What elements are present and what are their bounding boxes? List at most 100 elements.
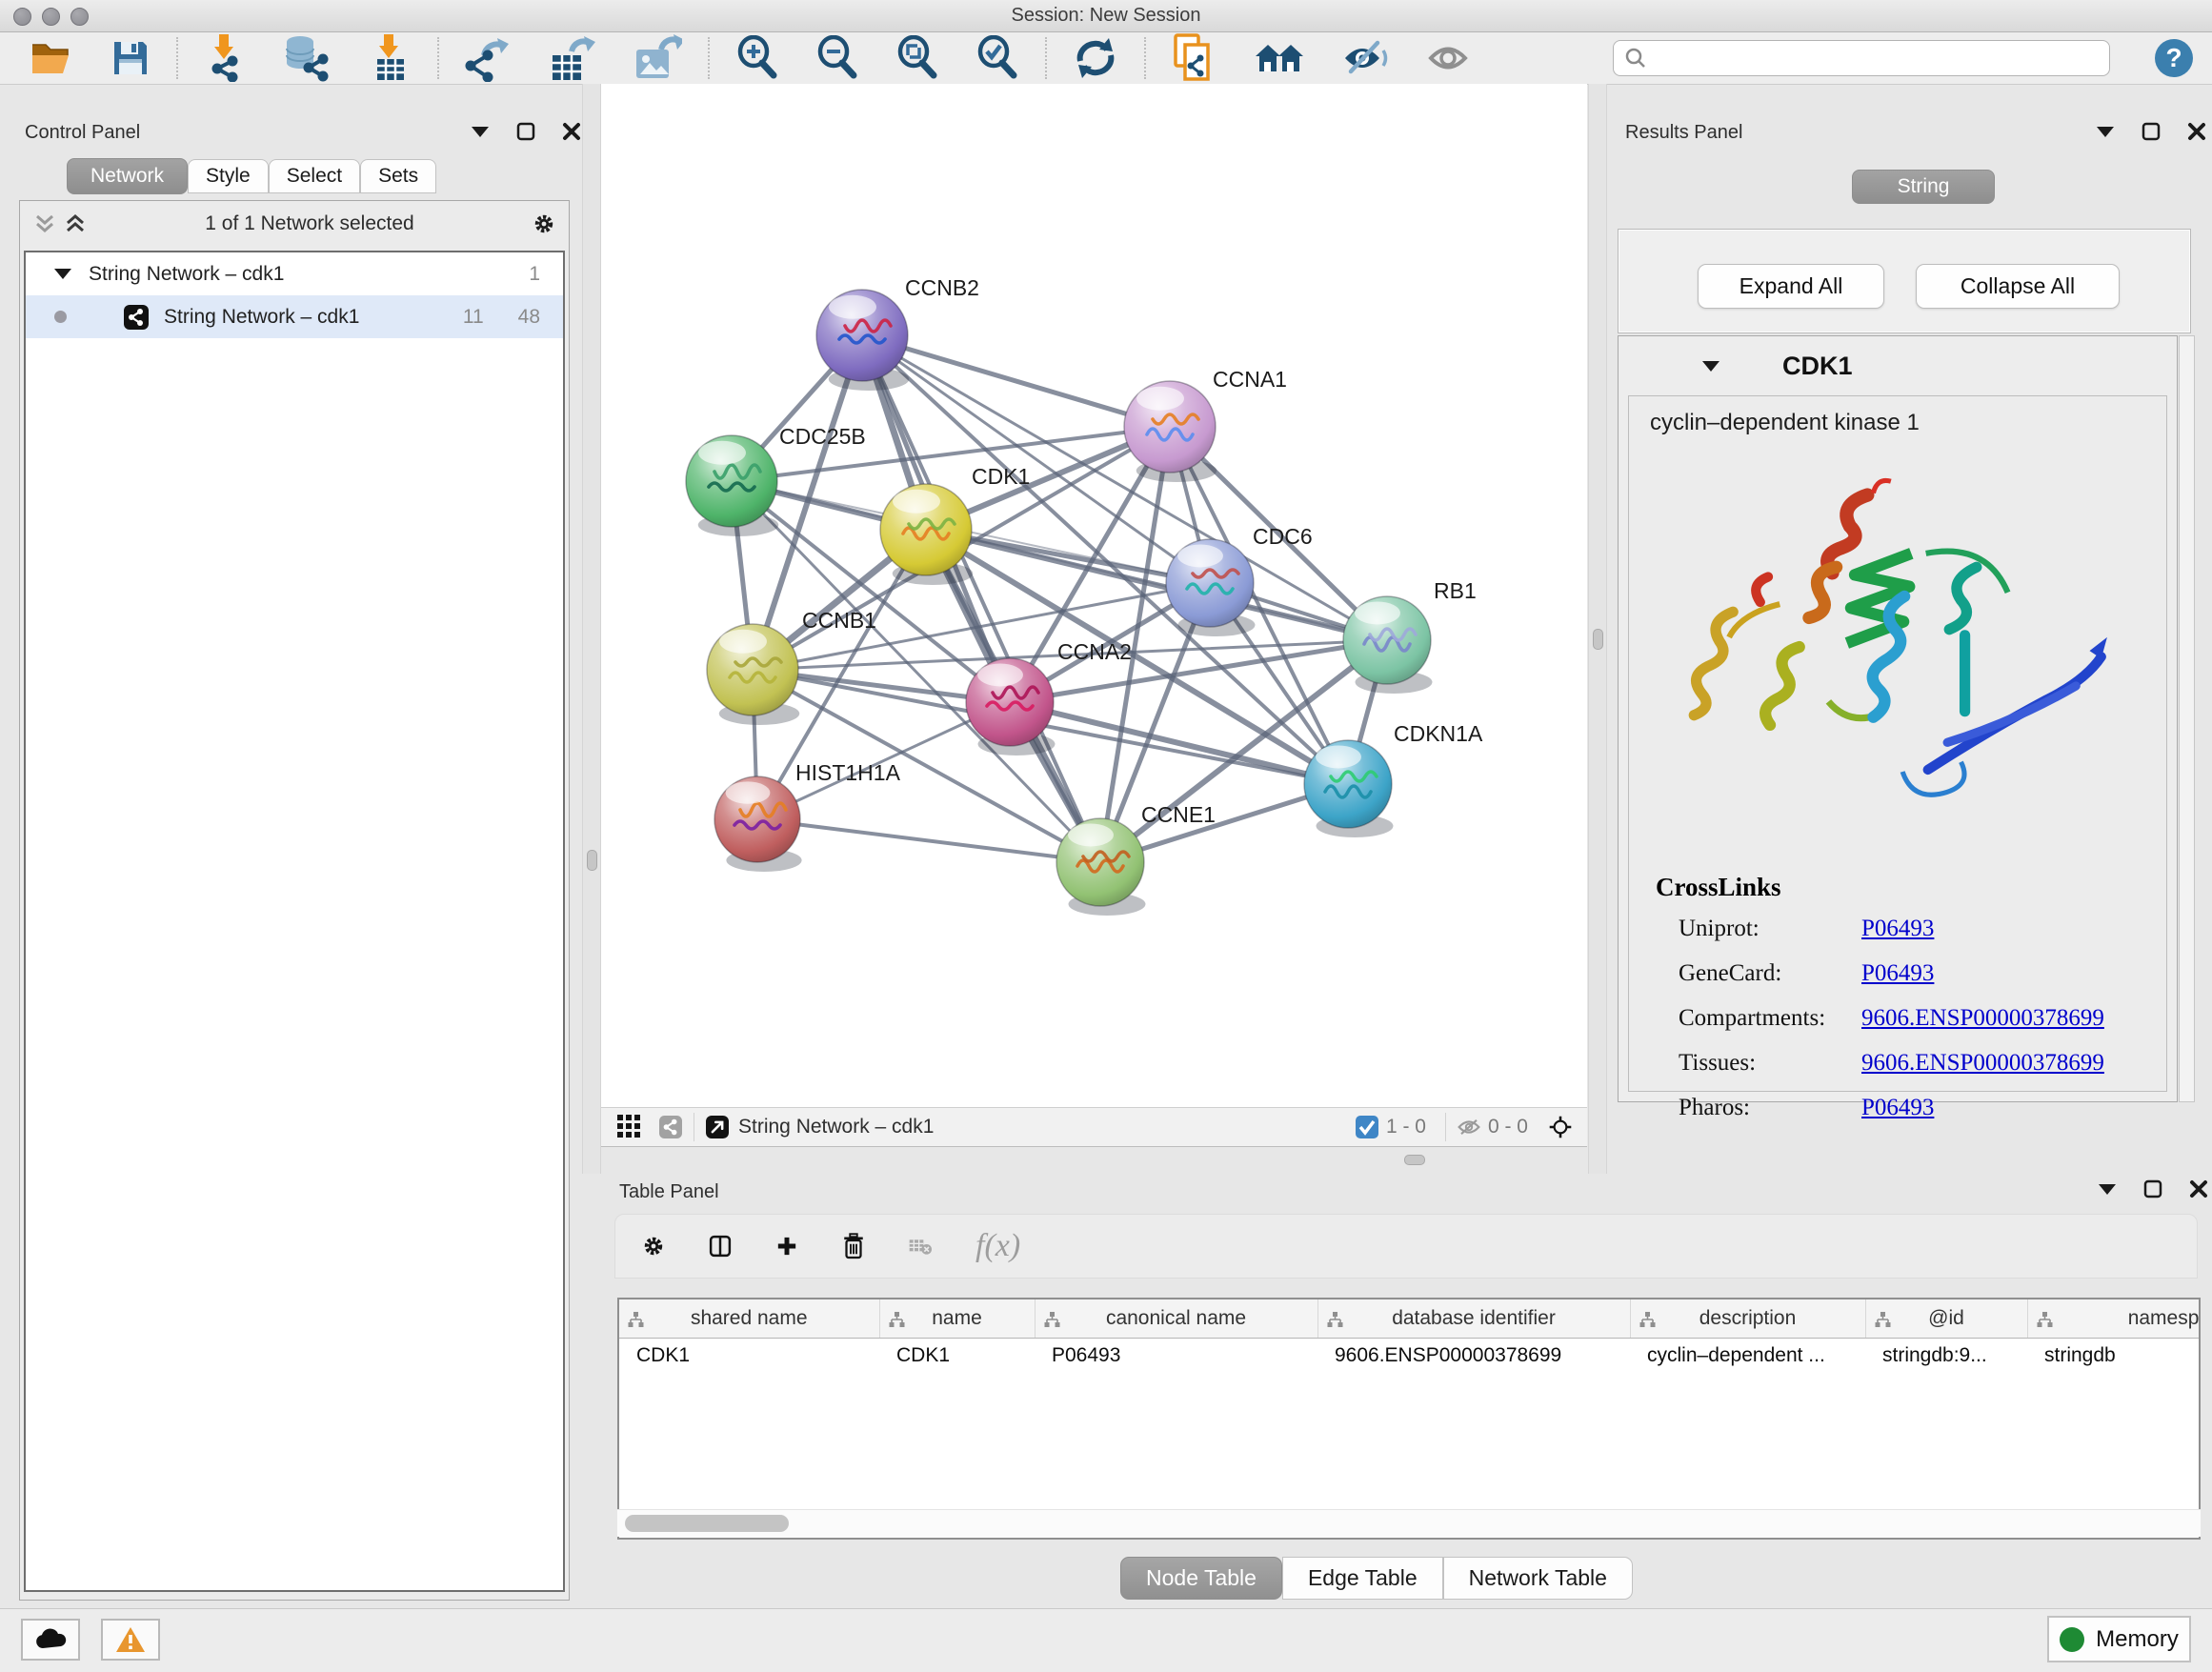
birds-eye-view-icon[interactable] bbox=[617, 1118, 640, 1137]
expand-all-button[interactable]: Expand All bbox=[1698, 264, 1884, 309]
collapse-all-button[interactable]: Collapse All bbox=[1916, 264, 2120, 309]
table-options-gear-icon[interactable] bbox=[642, 1237, 665, 1256]
network-node-cdkn1a[interactable] bbox=[1304, 740, 1393, 837]
network-view-title: String Network – cdk1 bbox=[738, 1116, 1356, 1138]
cloud-services-button[interactable] bbox=[21, 1619, 80, 1661]
network-node-cdc6[interactable] bbox=[1166, 539, 1255, 636]
network-node-ccna1[interactable] bbox=[1124, 381, 1217, 482]
import-table-icon[interactable] bbox=[370, 34, 412, 82]
control-panel-collapse-icon[interactable] bbox=[469, 122, 492, 141]
delete-column-icon[interactable] bbox=[842, 1237, 865, 1256]
network-node-ccne1[interactable] bbox=[1056, 818, 1145, 916]
tab-edge-table[interactable]: Edge Table bbox=[1282, 1557, 1443, 1600]
control-panel-float-icon[interactable] bbox=[514, 122, 537, 141]
node-label-ccne1: CCNE1 bbox=[1141, 802, 1216, 827]
node-label-ccna2: CCNA2 bbox=[1057, 639, 1132, 664]
network-node-ccna2[interactable] bbox=[966, 658, 1055, 755]
table-horizontal-scrollbar[interactable] bbox=[617, 1509, 2201, 1537]
tab-select[interactable]: Select bbox=[269, 159, 360, 193]
export-network-icon[interactable] bbox=[465, 34, 513, 82]
toolbar-separator bbox=[1144, 37, 1146, 79]
zoom-out-icon[interactable] bbox=[815, 35, 859, 81]
entry-name: CDK1 bbox=[1782, 352, 1853, 381]
show-columns-icon[interactable] bbox=[709, 1237, 732, 1256]
crosslink-uniprot-link[interactable]: P06493 bbox=[1861, 916, 1934, 942]
collection-expand-icon[interactable] bbox=[54, 269, 71, 279]
entry-collapse-icon[interactable] bbox=[1702, 361, 1719, 372]
results-panel-float-icon[interactable] bbox=[2140, 122, 2162, 141]
column-header-database-identifier[interactable]: database identifier bbox=[1317, 1299, 1630, 1339]
column-header--id[interactable]: @id bbox=[1865, 1299, 2027, 1339]
network-overview-icon[interactable] bbox=[659, 1118, 682, 1137]
hide-selected-icon[interactable] bbox=[1341, 37, 1391, 79]
help-icon[interactable]: ? bbox=[2153, 37, 2195, 79]
search-icon bbox=[1624, 47, 1647, 74]
network-collection-row[interactable]: String Network – cdk1 1 bbox=[26, 252, 563, 295]
table-panel-float-icon[interactable] bbox=[2142, 1179, 2164, 1199]
results-panel-collapse-icon[interactable] bbox=[2094, 122, 2117, 141]
network-node-cdc25b[interactable] bbox=[686, 435, 778, 536]
zoom-fit-icon[interactable] bbox=[895, 35, 939, 81]
table-row[interactable]: CDK1CDK1P064939606.ENSP00000378699cyclin… bbox=[619, 1339, 2201, 1374]
crosslink-label: Uniprot: bbox=[1679, 916, 1861, 942]
table-panel-close-icon[interactable] bbox=[2187, 1179, 2210, 1199]
results-scrollbar[interactable] bbox=[2179, 335, 2195, 1102]
network-node-cdk1[interactable] bbox=[880, 484, 973, 585]
show-all-icon[interactable] bbox=[1427, 39, 1475, 77]
scrollbar-thumb[interactable] bbox=[625, 1515, 789, 1532]
zoom-in-icon[interactable] bbox=[735, 35, 779, 81]
network-node-hist1h1a[interactable] bbox=[714, 776, 802, 872]
hidden-eye-icon bbox=[1458, 1118, 1480, 1137]
network-options-gear-icon[interactable] bbox=[533, 214, 555, 233]
column-header-description[interactable]: description bbox=[1630, 1299, 1865, 1339]
add-column-icon[interactable] bbox=[775, 1237, 798, 1256]
memory-button[interactable]: Memory bbox=[2047, 1616, 2191, 1662]
table-panel-collapse-icon[interactable] bbox=[2096, 1179, 2119, 1199]
tab-network[interactable]: Network bbox=[67, 158, 188, 194]
save-session-icon[interactable] bbox=[111, 38, 151, 78]
selected-checkbox-icon[interactable] bbox=[1356, 1118, 1378, 1137]
table-panel: Table Panel f(x) shared namenamecanonica… bbox=[593, 1174, 2212, 1612]
import-network-database-icon[interactable] bbox=[284, 34, 333, 82]
crosslink-genecard-link[interactable]: P06493 bbox=[1861, 960, 1934, 987]
clone-network-icon[interactable] bbox=[1172, 33, 1217, 83]
crosslink-compartments-link[interactable]: 9606.ENSP00000378699 bbox=[1861, 1005, 2104, 1032]
left-splitter[interactable] bbox=[582, 84, 601, 1174]
results-panel-close-icon[interactable] bbox=[2185, 122, 2208, 141]
right-splitter[interactable] bbox=[1588, 84, 1607, 1174]
tab-string[interactable]: String bbox=[1852, 170, 1995, 204]
export-table-icon[interactable] bbox=[549, 34, 596, 82]
collection-count: 1 bbox=[529, 263, 540, 286]
column-header-shared-name[interactable]: shared name bbox=[619, 1299, 879, 1339]
open-in-new-window-icon[interactable] bbox=[706, 1118, 729, 1137]
network-node-ccnb1[interactable] bbox=[707, 624, 799, 725]
fit-selected-crosshair-icon[interactable] bbox=[1549, 1118, 1572, 1137]
tab-sets[interactable]: Sets bbox=[360, 159, 436, 193]
result-entry-header[interactable]: CDK1 bbox=[1619, 336, 2177, 395]
bottom-splitter[interactable] bbox=[600, 1147, 1587, 1172]
column-header-namespace[interactable]: namespace bbox=[2027, 1299, 2201, 1339]
control-panel-close-icon[interactable] bbox=[560, 122, 583, 141]
import-network-file-icon[interactable] bbox=[204, 34, 248, 82]
apply-layout-refresh-icon[interactable] bbox=[1073, 36, 1118, 80]
expand-all-networks-icon[interactable] bbox=[64, 214, 87, 233]
network-node-rb1[interactable] bbox=[1343, 596, 1432, 694]
open-file-icon[interactable] bbox=[29, 39, 74, 77]
toolbar-search-input[interactable] bbox=[1613, 40, 2110, 76]
tab-style[interactable]: Style bbox=[188, 159, 269, 193]
column-header-name[interactable]: name bbox=[879, 1299, 1035, 1339]
zoom-selected-icon[interactable] bbox=[975, 35, 1019, 81]
crosslink-pharos-link[interactable]: P06493 bbox=[1861, 1095, 1934, 1121]
network-row[interactable]: String Network – cdk1 11 48 bbox=[26, 295, 563, 338]
tab-node-table[interactable]: Node Table bbox=[1120, 1557, 1282, 1600]
collapse-all-networks-icon[interactable] bbox=[33, 214, 56, 233]
network-node-ccnb2[interactable] bbox=[816, 290, 909, 391]
tab-network-table[interactable]: Network Table bbox=[1443, 1557, 1633, 1600]
network-view-canvas[interactable]: CCNB2CCNA1CDC25BCDK1CDC6RB1CCNB1CCNA2CDK… bbox=[600, 84, 1587, 1107]
network-view-toolbar: String Network – cdk1 1 - 0 0 - 0 bbox=[600, 1107, 1587, 1147]
column-header-canonical-name[interactable]: canonical name bbox=[1035, 1299, 1317, 1339]
export-image-icon[interactable] bbox=[633, 34, 682, 82]
crosslink-tissues-link[interactable]: 9606.ENSP00000378699 bbox=[1861, 1050, 2104, 1077]
warnings-button[interactable] bbox=[101, 1619, 160, 1661]
home-networks-icon[interactable] bbox=[1254, 37, 1305, 79]
